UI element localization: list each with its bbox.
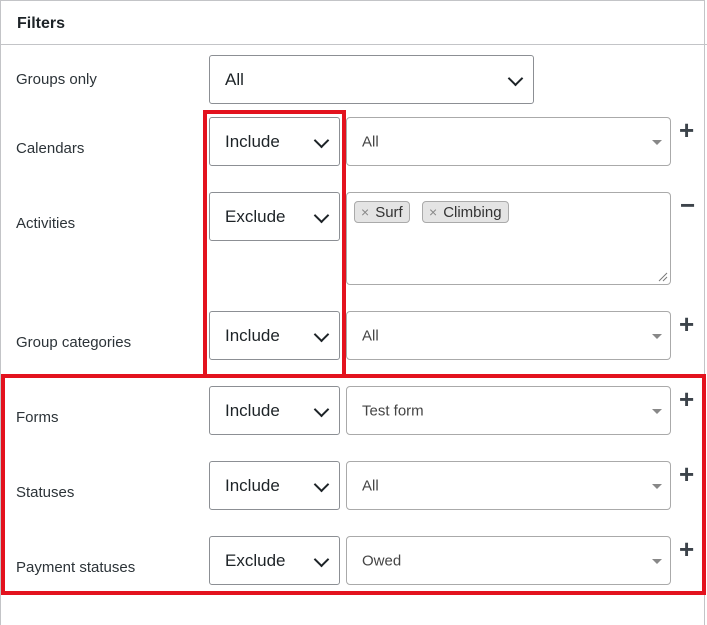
statuses-value-select[interactable]: All: [346, 461, 671, 510]
dropdown-arrow-icon: [652, 558, 662, 564]
dropdown-arrow-icon: [652, 483, 662, 489]
statuses-mode-select[interactable]: Include: [209, 461, 340, 510]
payment-statuses-label: Payment statuses: [16, 559, 136, 576]
tag-surf[interactable]: × Surf: [354, 201, 410, 223]
calendars-mode-select[interactable]: Include: [209, 117, 340, 166]
group-categories-label: Group categories: [16, 334, 132, 351]
dropdown-arrow-icon: [652, 408, 662, 414]
statuses-add-icon[interactable]: +: [679, 461, 694, 487]
activities-mode-select[interactable]: Exclude: [209, 192, 340, 241]
payment-statuses-add-icon[interactable]: +: [679, 536, 694, 562]
group-categories-add-icon[interactable]: +: [679, 311, 694, 337]
tag-remove-icon[interactable]: ×: [361, 204, 369, 220]
calendars-value-select[interactable]: All: [346, 117, 671, 166]
chevron-down-icon: [313, 551, 330, 567]
groups-only-select[interactable]: All: [209, 55, 534, 104]
calendars-label: Calendars: [16, 140, 85, 157]
tag-remove-icon[interactable]: ×: [429, 204, 437, 220]
forms-mode-select[interactable]: Include: [209, 386, 340, 435]
payment-statuses-mode-select[interactable]: Exclude: [209, 536, 340, 585]
chevron-down-icon: [313, 476, 330, 492]
chevron-down-icon: [507, 70, 524, 86]
activities-label: Activities: [16, 215, 76, 232]
activities-remove-icon[interactable]: −: [680, 192, 695, 218]
forms-label: Forms: [16, 409, 59, 426]
tag-climbing[interactable]: × Climbing: [422, 201, 509, 223]
payment-statuses-value-select[interactable]: Owed: [346, 536, 671, 585]
forms-add-icon[interactable]: +: [679, 386, 694, 412]
calendars-add-icon[interactable]: +: [679, 117, 694, 143]
resize-handle-icon[interactable]: [658, 272, 668, 282]
groups-only-label: Groups only: [16, 71, 97, 88]
filters-title: Filters: [17, 15, 66, 32]
activities-multiselect[interactable]: × Surf × Climbing: [346, 192, 671, 285]
group-categories-value-select[interactable]: All: [346, 311, 671, 360]
chevron-down-icon: [313, 207, 330, 223]
group-categories-mode-select[interactable]: Include: [209, 311, 340, 360]
statuses-label: Statuses: [16, 484, 75, 501]
filters-header: Filters: [1, 1, 707, 45]
chevron-down-icon: [313, 401, 330, 417]
dropdown-arrow-icon: [652, 139, 662, 145]
dropdown-arrow-icon: [652, 333, 662, 339]
forms-value-select[interactable]: Test form: [346, 386, 671, 435]
chevron-down-icon: [313, 326, 330, 342]
chevron-down-icon: [313, 132, 330, 148]
